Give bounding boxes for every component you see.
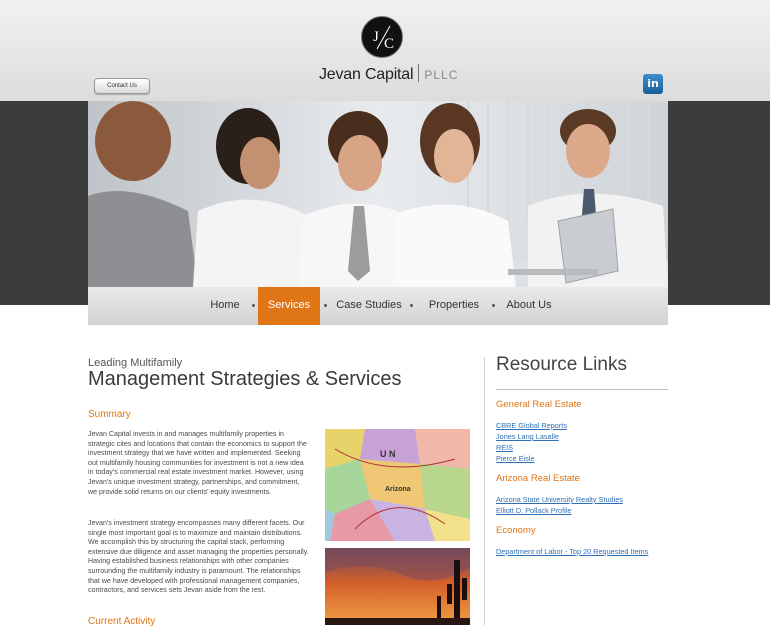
link-department-of-labor[interactable]: Department of Labor - Top 20 Requested I…: [496, 547, 648, 556]
hero-image: [88, 101, 668, 287]
nav-separator: [492, 304, 495, 307]
link-cbre-global-reports[interactable]: CBRE Global Reports: [496, 421, 567, 430]
nav-separator: [252, 304, 255, 307]
nav-separator: [324, 304, 327, 307]
resource-links-rule: [496, 389, 668, 390]
contact-us-button[interactable]: Contact Us: [94, 78, 150, 94]
arizona-real-estate-heading: Arizona Real Estate: [496, 473, 580, 484]
logo-icon[interactable]: J C: [361, 16, 403, 58]
link-jones-lang-lasalle[interactable]: Jones Lang Lasalle: [496, 432, 559, 441]
brand-wordmark[interactable]: Jevan Capital PLLC: [319, 64, 458, 84]
svg-text:Arizona: Arizona: [385, 486, 411, 493]
brand-suffix: PLLC: [424, 68, 459, 82]
nav-item-about-us[interactable]: About Us: [504, 287, 554, 325]
link-pierce-eisle[interactable]: Pierce Eisle: [496, 454, 535, 463]
link-elliott-pollack-profile[interactable]: Elliott D. Pollack Profile: [496, 506, 571, 515]
main-nav: Home Services Case Studies Properties Ab…: [88, 287, 668, 325]
general-real-estate-heading: General Real Estate: [496, 399, 582, 410]
summary-paragraph: Jevan Capital invests in and manages mul…: [88, 430, 307, 496]
link-reis[interactable]: REIS: [496, 443, 513, 452]
svg-text:C: C: [384, 36, 394, 52]
nav-item-home[interactable]: Home: [205, 287, 245, 325]
nav-separator: [410, 304, 413, 307]
resource-links-title: Resource Links: [496, 354, 627, 375]
site-header: J C Jevan Capital PLLC Contact Us in: [0, 0, 770, 101]
nav-item-properties[interactable]: Properties: [424, 287, 484, 325]
link-asu-realty-studies[interactable]: Arizona State University Realty Studies: [496, 495, 623, 504]
nav-item-case-studies[interactable]: Case Studies: [336, 287, 402, 325]
linkedin-icon[interactable]: in: [643, 74, 663, 94]
nav-item-services[interactable]: Services: [258, 287, 320, 325]
strategy-paragraph: Jevan's investment strategy encompasses …: [88, 519, 309, 595]
column-divider: [484, 357, 485, 625]
summary-heading: Summary: [88, 409, 131, 420]
economy-heading: Economy: [496, 525, 536, 536]
desert-sunset-image: [325, 548, 470, 625]
brand-separator: [418, 64, 420, 82]
svg-text:U N: U N: [380, 449, 396, 459]
svg-text:J: J: [373, 29, 379, 45]
brand-name: Jevan Capital: [319, 66, 414, 83]
map-image: U N Arizona: [325, 429, 470, 541]
current-activity-heading: Current Activity: [88, 616, 156, 627]
page-title: Management Strategies & Services: [88, 368, 402, 390]
